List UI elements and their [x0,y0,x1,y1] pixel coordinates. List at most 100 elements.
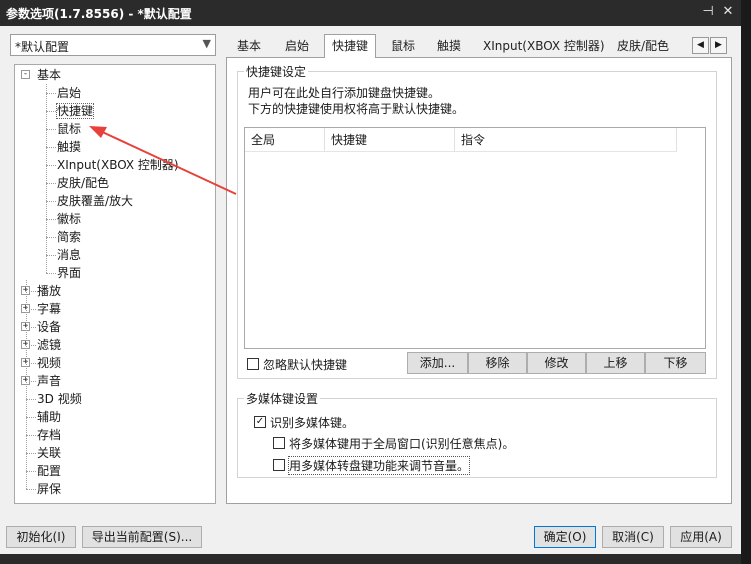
tree-item-label: 关联 [37,446,62,460]
chevron-right-icon[interactable]: ▶ [710,37,727,54]
tree-connector [46,129,56,130]
tab-item[interactable]: 皮肤/配色 [610,36,676,56]
ok-button[interactable]: 确定(O) [534,526,596,548]
tree-connector [46,219,56,220]
tree-connector [46,111,56,112]
dialog-body: *默认配置 ▼ - 基本 启始 快捷键 鼠标 触摸 XInput(XBOX 控制器) 皮肤/配… [0,26,741,564]
tree-item-collapsed[interactable]: 设备 [37,318,61,336]
tree-item-basic-child[interactable]: 简索 [57,228,81,246]
tree-item-label: 存档 [37,428,62,442]
tree-item-basic-child[interactable]: 皮肤覆盖/放大 [57,192,133,210]
tree-item-basic-child[interactable]: 徽标 [57,210,81,228]
tree-item-label: 启始 [57,86,82,100]
tree-item-basic-child[interactable]: 触摸 [57,138,81,156]
pin-icon[interactable]: ⊣ [700,4,716,20]
tree-item-leaf[interactable]: 3D 视频 [37,390,82,408]
tab-item[interactable]: XInput(XBOX 控制器) [476,36,612,56]
remove-shortcut-button[interactable]: 移除 [468,352,527,374]
preferences-window: 参数选项(1.7.8556) - *默认配置 ⊣ ✕ *默认配置 ▼ - 基本 启始… [0,0,741,564]
tree-item-collapsed[interactable]: 视频 [37,354,61,372]
tree-collapse-icon[interactable]: - [21,70,30,79]
tree-item-label: 徽标 [57,212,82,226]
tab-item[interactable]: 启始 [278,36,316,56]
tree-connector [46,183,56,184]
initialize-button[interactable]: 初始化(I) [6,526,76,548]
tab-strip: ◀ ▶ 基本 启始 快捷键 鼠标 触摸 XInput(XBOX 控制器) 皮肤/配色 [226,34,732,58]
tree-item-basic-child[interactable]: 皮肤/配色 [57,174,109,192]
ignore-default-label: 忽略默认快捷键 [263,358,348,372]
tree-item-basic-child[interactable]: 消息 [57,246,81,264]
tab-panel: 快捷键设定 用户可在此处自行添加键盘快捷键。 下方的快捷键使用权将高于默认快捷键… [226,57,732,504]
tree-item-label: 3D 视频 [37,392,82,406]
tree-connector [46,165,56,166]
tree-item-collapsed[interactable]: 声音 [37,372,61,390]
apply-button[interactable]: 应用(A) [670,526,732,548]
move-down-button[interactable]: 下移 [645,352,706,374]
chevron-down-icon: ▼ [202,37,211,50]
shortcut-list[interactable]: 全局 快捷键 指令 [244,127,706,349]
shortcut-desc-1: 用户可在此处自行添加键盘快捷键。 [248,86,441,100]
tree-item-collapsed[interactable]: 播放 [37,282,61,300]
global-window-label: 将多媒体键用于全局窗口(识别任意焦点)。 [289,437,515,451]
tab-item[interactable]: 触摸 [430,36,468,56]
tree-item-basic[interactable]: 基本 [37,66,61,84]
move-up-button[interactable]: 上移 [586,352,645,374]
tree-connector [46,147,56,148]
tree-connector [46,201,56,202]
column-header-command[interactable]: 指令 [455,128,677,152]
tree-item-label: 声音 [37,374,62,388]
tree-item-label: 字幕 [37,302,62,316]
tree-connector [26,435,36,436]
tree-item-collapsed[interactable]: 字幕 [37,300,61,318]
tab-item[interactable]: 基本 [230,36,268,56]
tree-item-label: 辅助 [37,410,62,424]
close-icon[interactable]: ✕ [720,4,736,20]
tab-item[interactable]: 鼠标 [384,36,422,56]
global-window-checkbox[interactable] [273,437,285,449]
tree-connector [46,84,47,273]
tree-connector [31,327,36,328]
tree-item-basic-child[interactable]: XInput(XBOX 控制器) [57,156,179,174]
cancel-button[interactable]: 取消(C) [602,526,664,548]
tree-item-leaf[interactable]: 存档 [37,426,61,444]
tree-item-label: 屏保 [37,482,62,496]
tree-item-leaf[interactable]: 关联 [37,444,61,462]
tree-connector [46,255,56,256]
tree-connector [31,309,36,310]
background-edge [741,0,751,564]
tree-connector [46,273,56,274]
tree-item-label: 消息 [57,248,82,262]
tree-item-label: 鼠标 [57,122,82,136]
export-config-button[interactable]: 导出当前配置(S)... [82,526,202,548]
column-header-shortcut[interactable]: 快捷键 [325,128,455,152]
add-shortcut-button[interactable]: 添加... [407,352,468,374]
dial-volume-checkbox[interactable] [273,459,285,471]
tree-item-label: 播放 [37,284,62,298]
tree-connector [46,93,56,94]
tree-item-label: XInput(XBOX 控制器) [57,158,179,172]
ignore-default-checkbox[interactable] [247,358,259,370]
tree-item-basic-child[interactable]: 启始 [57,84,81,102]
tree-item-collapsed[interactable]: 滤镜 [37,336,61,354]
tree-item-label: 配置 [37,464,62,478]
tree-connector [31,345,36,346]
tree-item-leaf[interactable]: 屏保 [37,480,61,498]
edit-shortcut-button[interactable]: 修改 [527,352,586,374]
tree-item-leaf[interactable]: 配置 [37,462,61,480]
tree-item-label: 皮肤/配色 [57,176,110,190]
tree-connector [31,381,36,382]
tab-item[interactable]: 快捷键 [324,34,377,58]
tree-connector [26,399,36,400]
tree-item-basic-child[interactable]: 鼠标 [57,120,81,138]
column-header-global[interactable]: 全局 [245,128,325,152]
tree-connector [26,489,36,490]
checkmark-icon: ✓ [255,416,265,427]
profile-select[interactable]: *默认配置 ▼ [10,34,216,56]
category-tree[interactable]: - 基本启始快捷键鼠标触摸 XInput(XBOX 控制器) 皮肤/配色皮肤覆盖/放大… [14,64,216,504]
tree-item-leaf[interactable]: 辅助 [37,408,61,426]
chevron-left-icon[interactable]: ◀ [692,37,709,54]
tree-item-label: 触摸 [57,140,82,154]
tree-item-basic-child[interactable]: 快捷键 [55,102,95,120]
tree-item-basic-child[interactable]: 界面 [57,264,81,282]
recognize-multimedia-checkbox[interactable]: ✓ [254,416,266,428]
